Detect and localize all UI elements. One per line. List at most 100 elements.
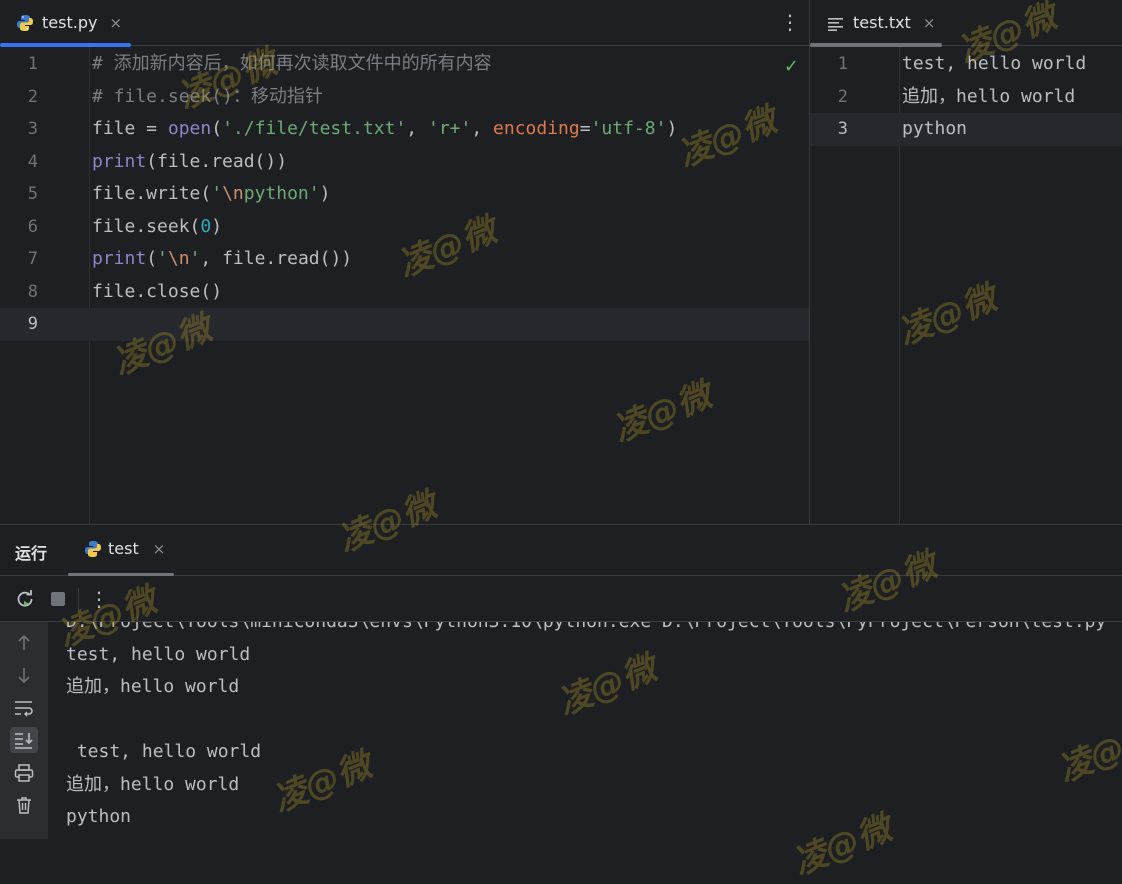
code-token: , xyxy=(406,118,428,139)
code-token: 'r+' xyxy=(427,118,472,139)
code-text: file.write('\npython') xyxy=(92,178,330,211)
text-line[interactable]: 3 python xyxy=(810,113,1122,146)
code-token: print xyxy=(92,248,147,269)
code-token: encoding xyxy=(493,118,580,139)
console-line: test, hello world xyxy=(66,741,262,762)
run-panel: 运行 test × ⋮ test, hello world 追加，hello w… xyxy=(0,524,1122,839)
line-number: 3 xyxy=(27,119,38,139)
line-number: 4 xyxy=(27,151,38,172)
scroll-to-end-icon[interactable] xyxy=(10,727,38,753)
line-number: 7 xyxy=(27,249,38,269)
active-tab-indicator xyxy=(810,43,942,47)
python-icon xyxy=(84,540,102,558)
toolbar-separator xyxy=(78,588,79,610)
tab-label: test.py xyxy=(42,13,98,32)
console-line: D:\Project\Tools\miniconda3\envs\Python3… xyxy=(66,622,1122,639)
code-text: # file.seek()：移动指针 xyxy=(92,81,323,114)
stop-icon[interactable] xyxy=(46,587,70,611)
line-number: 8 xyxy=(27,281,38,302)
code-text: # 添加新内容后，如何再次读取文件中的所有内容 xyxy=(92,48,492,81)
code-token: ' xyxy=(211,183,223,204)
text-line[interactable]: 1 test, hello world xyxy=(810,48,1122,81)
code-token: , file.read()) xyxy=(200,248,353,269)
code-token: \n xyxy=(222,183,244,204)
arrow-down-icon[interactable] xyxy=(10,662,38,688)
arrow-up-icon[interactable] xyxy=(10,630,38,656)
console-side-toolbar xyxy=(0,622,48,839)
code-token: print xyxy=(92,150,147,172)
code-token: ( xyxy=(211,118,223,139)
code-token: ' xyxy=(189,248,201,269)
line-text: test, hello world xyxy=(902,53,1087,74)
code-token: './file/test.txt' xyxy=(222,118,407,139)
code-text: file = open('./file/test.txt', 'r+', enc… xyxy=(92,113,677,146)
code-token: file.seek( xyxy=(92,215,201,237)
trash-icon[interactable] xyxy=(10,792,38,818)
code-token: = xyxy=(579,118,591,139)
text-file-icon xyxy=(828,16,844,31)
editor-left-pane: test.py × ⋮ ✓ 1 # 添加新内容后，如何再次读取文件中的所有内容 2 #… xyxy=(0,0,809,524)
console-line: python xyxy=(66,806,132,827)
code-text: print(file.read()) xyxy=(92,146,287,179)
code-token: file.close() xyxy=(92,280,223,302)
run-tab-test[interactable]: test × xyxy=(84,539,165,558)
code-token: \n xyxy=(167,248,190,269)
run-panel-title: 运行 xyxy=(15,544,48,563)
code-token: ' xyxy=(157,248,168,269)
code-text: print('\n', file.read()) xyxy=(92,243,352,276)
rerun-icon[interactable] xyxy=(13,587,37,611)
code-line[interactable]: 7 print('\n', file.read()) xyxy=(0,243,809,276)
tab-label: test.txt xyxy=(853,13,911,32)
code-token: ( xyxy=(146,248,158,269)
soft-wrap-icon[interactable] xyxy=(10,695,38,721)
code-line[interactable]: 2 # file.seek()：移动指针 xyxy=(0,81,809,114)
code-line[interactable]: 3 file = open('./file/test.txt', 'r+', en… xyxy=(0,113,809,146)
code-token: # file.seek()：移动指针 xyxy=(92,85,323,107)
line-number: 2 xyxy=(27,86,38,107)
editor-tabbar-right: test.txt × xyxy=(810,0,1122,47)
code-text: file.close() xyxy=(92,276,222,309)
code-token: ) xyxy=(211,215,223,237)
code-line[interactable]: 5 file.write('\npython') xyxy=(0,178,809,211)
run-header: 运行 test × xyxy=(0,525,1122,576)
code-text: file.seek(0) xyxy=(92,211,222,244)
active-tab-indicator xyxy=(0,43,131,47)
code-token: python' xyxy=(243,183,320,204)
text-lines[interactable]: 1 test, hello world 2 追加，hello world 3 python xyxy=(810,48,1122,146)
more-options-icon[interactable]: ⋮ xyxy=(780,10,800,34)
code-line[interactable]: 9 xyxy=(0,308,809,341)
tab-test-py[interactable]: test.py × xyxy=(16,0,122,45)
line-number: 1 xyxy=(837,54,848,74)
line-number: 2 xyxy=(837,86,848,107)
code-line[interactable]: 8 file.close() xyxy=(0,276,809,309)
code-token: # 添加新内容后，如何再次读取文件中的所有内容 xyxy=(92,53,492,74)
text-line[interactable]: 2 追加，hello world xyxy=(810,81,1122,114)
console-output[interactable]: D:\Project\Tools\miniconda3\envs\Python3… xyxy=(66,622,1122,839)
tab-test-txt[interactable]: test.txt × xyxy=(828,0,935,45)
code-token: 'utf-8' xyxy=(590,118,667,139)
code-token: (file.read()) xyxy=(146,150,288,172)
line-text: python xyxy=(902,118,968,139)
code-line[interactable]: 1 # 添加新内容后，如何再次读取文件中的所有内容 xyxy=(0,48,809,81)
code-token: ) xyxy=(666,118,678,139)
print-icon[interactable] xyxy=(10,760,38,786)
code-line[interactable]: 4 print(file.read()) xyxy=(0,146,809,179)
code-token: file = xyxy=(92,118,168,139)
more-options-icon[interactable]: ⋮ xyxy=(87,587,111,611)
editor-right-pane: test.txt × 1 test, hello world 2 追加，hello w… xyxy=(810,0,1122,524)
console-line: 追加，hello world xyxy=(66,676,240,697)
code-token: file.write( xyxy=(92,183,212,204)
line-number: 3 xyxy=(837,119,848,139)
close-icon[interactable]: × xyxy=(109,14,122,32)
code-line[interactable]: 6 file.seek(0) xyxy=(0,211,809,244)
run-toolbar: ⋮ xyxy=(0,576,1122,622)
line-number: 9 xyxy=(27,314,38,334)
close-icon[interactable]: × xyxy=(923,14,936,32)
console-line: 追加，hello world xyxy=(66,773,240,795)
code-lines[interactable]: 1 # 添加新内容后，如何再次读取文件中的所有内容 2 # file.seek()：移… xyxy=(0,48,809,341)
python-icon xyxy=(16,14,34,32)
close-icon[interactable]: × xyxy=(153,540,166,558)
line-text: 追加，hello world xyxy=(902,85,1076,107)
line-number: 5 xyxy=(27,184,38,204)
